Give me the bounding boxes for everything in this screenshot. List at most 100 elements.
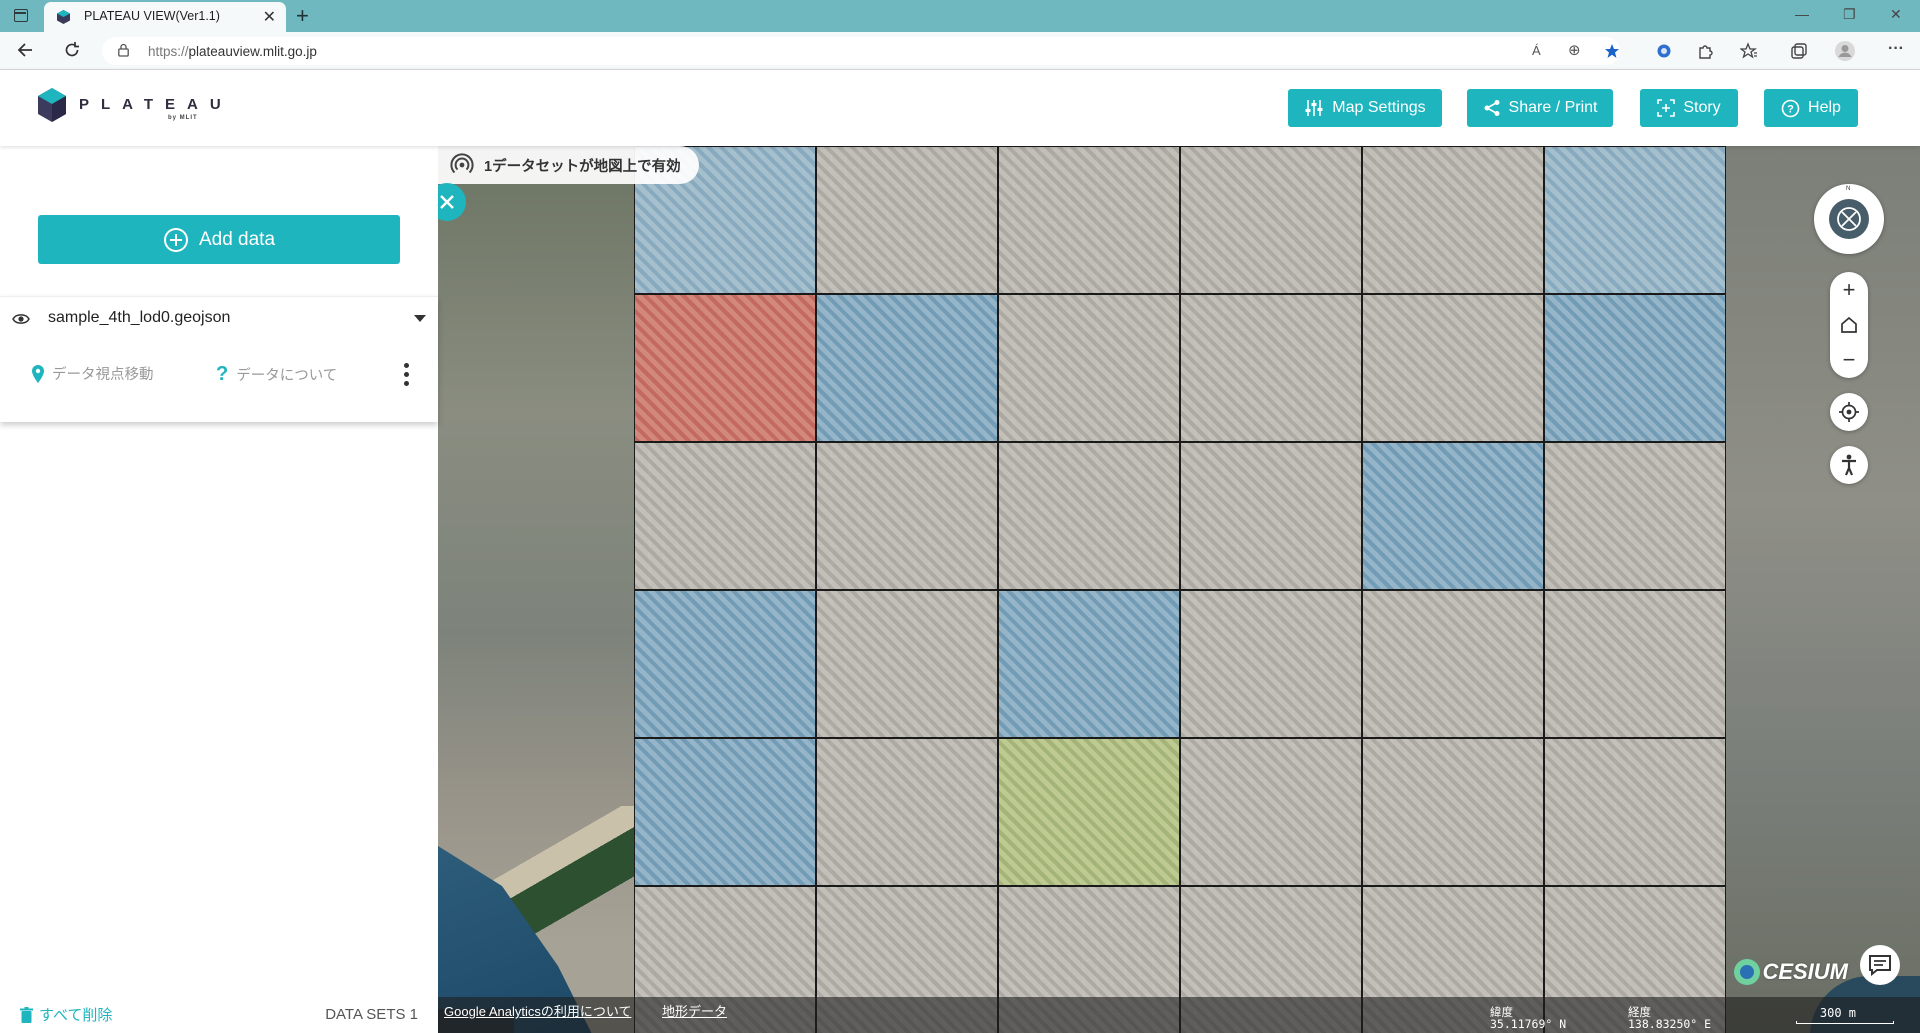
story-icon bbox=[1657, 99, 1676, 117]
grid-tile[interactable] bbox=[1544, 590, 1726, 738]
compass-rotate-icon[interactable] bbox=[1829, 199, 1869, 239]
locate-me-button[interactable] bbox=[1830, 393, 1868, 431]
more-menu-icon[interactable]: ··· bbox=[1888, 40, 1904, 58]
story-label: Story bbox=[1683, 99, 1721, 116]
home-icon bbox=[1841, 316, 1857, 333]
grid-tile[interactable] bbox=[1362, 146, 1544, 294]
grid-tile[interactable] bbox=[1180, 442, 1362, 590]
grid-tile[interactable] bbox=[1362, 442, 1544, 590]
pedestrian-mode-button[interactable] bbox=[1830, 446, 1868, 484]
grid-tile[interactable] bbox=[998, 590, 1180, 738]
crosshair-icon bbox=[1839, 402, 1859, 422]
grid-tile[interactable] bbox=[1544, 294, 1726, 442]
tab-actions-icon[interactable] bbox=[14, 9, 28, 22]
window-close-icon[interactable]: ✕ bbox=[1890, 6, 1902, 23]
grid-tile[interactable] bbox=[1362, 590, 1544, 738]
grid-tile[interactable] bbox=[816, 442, 998, 590]
grid-tile[interactable] bbox=[816, 294, 998, 442]
plateau-logo-icon[interactable] bbox=[38, 88, 66, 124]
read-aloud-icon[interactable]: Á bbox=[1532, 43, 1541, 58]
scale-label: 300 m bbox=[1819, 1006, 1856, 1020]
url-input[interactable]: https://plateauview.mlit.go.jp Á ⊕ bbox=[102, 37, 1620, 65]
grid-tile[interactable] bbox=[1362, 738, 1544, 886]
favorites-icon[interactable] bbox=[1740, 42, 1758, 60]
broadcast-icon bbox=[450, 153, 474, 174]
grid-tile[interactable] bbox=[634, 294, 816, 442]
grid-tile[interactable] bbox=[1544, 738, 1726, 886]
grid-tile[interactable] bbox=[1362, 294, 1544, 442]
about-data-label: データについて bbox=[236, 368, 338, 384]
browser-tab-plateau[interactable]: PLATEAU VIEW(Ver1.1) ✕ bbox=[44, 2, 286, 32]
grid-tile[interactable] bbox=[1180, 146, 1362, 294]
profile-avatar-icon[interactable] bbox=[1834, 40, 1856, 62]
grid-tile[interactable] bbox=[998, 442, 1180, 590]
grid-tile[interactable] bbox=[634, 590, 816, 738]
add-data-button[interactable]: Add data bbox=[38, 215, 400, 264]
logo-subtitle: by MLIT bbox=[168, 115, 198, 121]
analytics-link[interactable]: Google Analyticsの利用について bbox=[444, 1001, 631, 1020]
zoom-icon[interactable]: ⊕ bbox=[1568, 41, 1581, 59]
home-button[interactable] bbox=[1830, 307, 1868, 342]
share-print-button[interactable]: Share / Print bbox=[1467, 89, 1613, 127]
grid-tile[interactable] bbox=[998, 146, 1180, 294]
collections-icon[interactable] bbox=[1790, 42, 1808, 60]
favorite-star-icon[interactable] bbox=[1604, 43, 1620, 59]
dataset-name: sample_4th_lod0.geojson bbox=[48, 309, 231, 326]
grid-tile[interactable] bbox=[1544, 442, 1726, 590]
compass[interactable]: N bbox=[1814, 184, 1884, 254]
grid-tile[interactable] bbox=[998, 294, 1180, 442]
help-circle-icon: ? bbox=[1781, 99, 1800, 117]
longitude-value: 138.83250° E bbox=[1628, 1017, 1712, 1032]
zoom-in-button[interactable]: + bbox=[1830, 272, 1868, 307]
minimize-icon[interactable]: — bbox=[1795, 6, 1809, 22]
grid-tile[interactable] bbox=[816, 590, 998, 738]
scale-bar bbox=[1796, 1021, 1894, 1024]
new-tab-button[interactable]: + bbox=[296, 3, 309, 29]
geojson-grid-layer bbox=[634, 146, 1726, 1033]
active-datasets-text: 1データセットが地図上で有効 bbox=[484, 158, 681, 175]
dataset-more-icon[interactable] bbox=[404, 363, 410, 390]
grid-tile[interactable] bbox=[998, 738, 1180, 886]
location-pin-icon bbox=[32, 364, 44, 383]
move-to-data-label: データ視点移動 bbox=[52, 367, 154, 383]
puzzle-extensions-icon[interactable] bbox=[1696, 42, 1714, 60]
map-view[interactable]: 1データセットが地図上で有効 N + − CESIUM Google Analy… bbox=[438, 146, 1920, 1033]
zoom-out-button[interactable]: − bbox=[1830, 342, 1868, 377]
grid-tile[interactable] bbox=[1180, 294, 1362, 442]
browser-tabbar: PLATEAU VIEW(Ver1.1) ✕ + — ❐ ✕ bbox=[0, 0, 1920, 32]
grid-tile[interactable] bbox=[1544, 146, 1726, 294]
chat-icon bbox=[1869, 955, 1891, 976]
refresh-icon[interactable] bbox=[62, 40, 82, 60]
cesium-logo-icon bbox=[1734, 959, 1761, 985]
dataset-count: DATA SETS 1 bbox=[325, 1006, 418, 1023]
latitude-readout: 緯度 35.11769° N bbox=[1490, 1006, 1566, 1030]
grid-tile[interactable] bbox=[634, 738, 816, 886]
grid-tile[interactable] bbox=[634, 442, 816, 590]
close-icon bbox=[440, 195, 454, 209]
grid-tile[interactable] bbox=[1180, 590, 1362, 738]
story-button[interactable]: Story bbox=[1640, 89, 1738, 127]
cesium-logo-text: CESIUM bbox=[1762, 959, 1848, 984]
terrain-data-link[interactable]: 地形データ bbox=[662, 1001, 727, 1020]
lock-icon[interactable] bbox=[118, 43, 129, 57]
map-settings-button[interactable]: Map Settings bbox=[1288, 89, 1442, 127]
grid-tile[interactable] bbox=[816, 146, 998, 294]
grid-tile[interactable] bbox=[816, 738, 998, 886]
close-tab-icon[interactable]: ✕ bbox=[263, 7, 276, 27]
visibility-eye-icon[interactable] bbox=[12, 313, 30, 325]
help-button[interactable]: ? Help bbox=[1764, 89, 1858, 127]
extension-icon[interactable] bbox=[1656, 43, 1672, 59]
back-arrow-icon[interactable] bbox=[16, 40, 36, 60]
add-circle-icon bbox=[163, 227, 188, 252]
compass-north-label: N bbox=[1846, 186, 1851, 192]
feedback-button[interactable] bbox=[1860, 945, 1900, 985]
data-sidebar: Add data sample_4th_lod0.geojson データ視点移動… bbox=[0, 146, 438, 1033]
delete-all-button[interactable]: すべて削除 bbox=[20, 1004, 112, 1025]
grid-tile[interactable] bbox=[1180, 738, 1362, 886]
cesium-logo[interactable]: CESIUM bbox=[1734, 959, 1848, 985]
move-to-data-button[interactable]: データ視点移動 bbox=[32, 363, 154, 384]
question-mark-icon: ? bbox=[216, 363, 229, 385]
about-data-button[interactable]: ? データについて bbox=[216, 363, 337, 386]
restore-icon[interactable]: ❐ bbox=[1843, 6, 1856, 23]
dataset-expand-icon[interactable] bbox=[414, 315, 426, 322]
